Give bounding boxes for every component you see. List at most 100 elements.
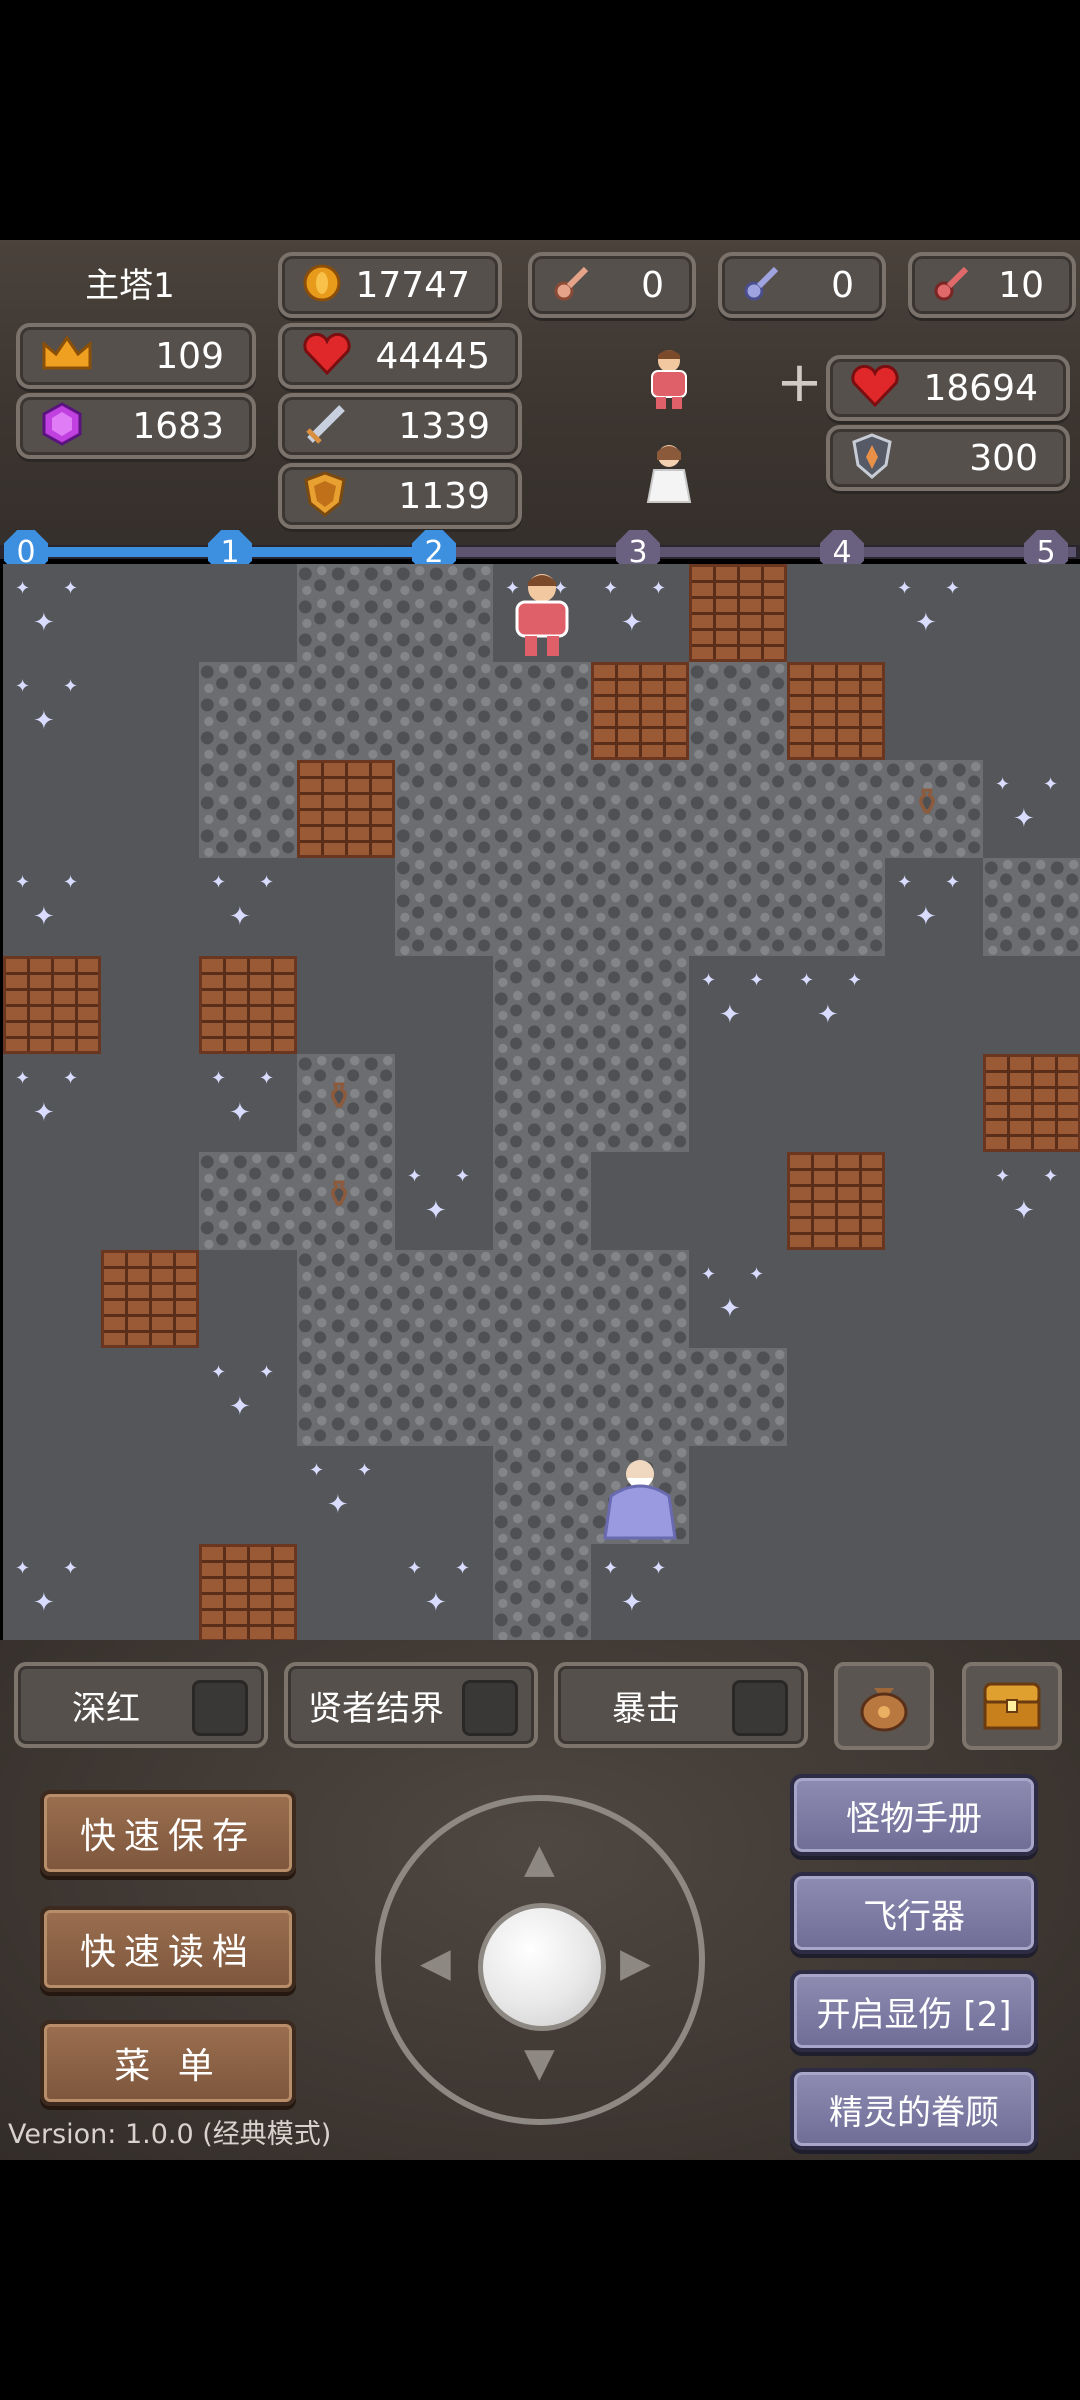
floor-tile (689, 1054, 787, 1152)
sage-npc-sprite[interactable] (591, 1446, 689, 1544)
stone-wall-tile (395, 760, 493, 858)
floor-tile: ✦✦✦ (3, 662, 101, 760)
fairy-blessing-button[interactable]: 精灵的眷顾 (790, 2068, 1038, 2150)
gem-stat: 1683 (16, 393, 256, 459)
floor-tile: ✦✦✦ (689, 1250, 787, 1348)
floor-name: 主塔1 (85, 266, 175, 306)
sparkle-icon: ✦ (357, 1460, 373, 1481)
sparkle-icon: ✦ (897, 578, 913, 599)
bonus-hp-value: 18694 (923, 367, 1038, 409)
floor-tile (689, 1544, 787, 1640)
brick-wall-tile (199, 956, 297, 1054)
hp-stat: 44445 (278, 323, 522, 389)
blue-key-icon (742, 263, 782, 307)
rubble-icon: ⚱ (323, 1074, 355, 1118)
stone-wall-tile (395, 1250, 493, 1348)
floor-tile (101, 1348, 199, 1446)
floor-tile: ✦✦✦ (3, 564, 101, 662)
stone-wall-tile (591, 1250, 689, 1348)
level-value: 109 (155, 335, 224, 377)
sparkle-icon: ✦ (1013, 1196, 1035, 1226)
heart-icon (302, 332, 352, 379)
floor-tile: ✦✦✦ (297, 1446, 395, 1544)
level-stat: 109 (16, 323, 256, 389)
toggle-label: 暴击 (612, 1688, 680, 1729)
brick-wall-tile (787, 662, 885, 760)
stone-wall-tile (493, 662, 591, 760)
sparkle-icon: ✦ (701, 970, 717, 991)
stone-wall-tile (689, 1348, 787, 1446)
floor-tile (3, 1152, 101, 1250)
yellow-key-count: 0 (641, 264, 664, 306)
stone-wall-tile (297, 564, 395, 662)
arrow-left-icon[interactable]: ◀ (420, 1940, 451, 1986)
floor-tile (689, 1446, 787, 1544)
floor-tile (983, 1544, 1080, 1640)
sparkle-icon: ✦ (327, 1490, 349, 1520)
bag-button[interactable] (834, 1662, 934, 1750)
brick-wall-tile (101, 1250, 199, 1348)
yellow-key-stat: 0 (528, 252, 696, 318)
monster-book-button[interactable]: 怪物手册 (790, 1774, 1038, 1856)
floor-tile (101, 760, 199, 858)
shield-icon (302, 471, 348, 521)
arrow-right-icon[interactable]: ▶ (620, 1940, 651, 1986)
toggle-checkbox[interactable] (192, 1680, 248, 1736)
chest-button[interactable] (962, 1662, 1062, 1750)
toggle-checkbox[interactable] (462, 1680, 518, 1736)
sparkle-icon: ✦ (63, 872, 79, 893)
sparkle-icon: ✦ (817, 1000, 839, 1030)
stone-wall-tile (297, 1348, 395, 1446)
sparkle-icon: ✦ (897, 872, 913, 893)
floor-tile (199, 564, 297, 662)
plus-sign: + (776, 350, 823, 415)
floor-progress-bar (0, 540, 1080, 564)
sparkle-icon: ✦ (33, 1098, 55, 1128)
stone-wall-tile (591, 760, 689, 858)
toggle-crimson[interactable]: 深红 (14, 1662, 268, 1748)
toggle-sage-barrier[interactable]: 贤者结界 (284, 1662, 538, 1748)
floor-tile (787, 1250, 885, 1348)
bonus-hp-stat: 18694 (826, 355, 1070, 421)
bonus-def-value: 300 (969, 437, 1038, 479)
yellow-key-icon (552, 263, 592, 307)
floor-tile (101, 1544, 199, 1640)
fly-button[interactable]: 飞行器 (790, 1872, 1038, 1954)
sparkle-icon: ✦ (915, 902, 937, 932)
show-damage-button[interactable]: 开启显伤 [2] (790, 1970, 1038, 2052)
stone-wall-tile (689, 662, 787, 760)
floor-tile: ✦✦✦ (395, 1544, 493, 1640)
stone-wall-tile (493, 1544, 591, 1640)
stone-wall-tile (787, 760, 885, 858)
toggle-checkbox[interactable] (732, 1680, 788, 1736)
version-label: Version: 1.0.0 (经典模式) (8, 2119, 332, 2150)
floor-tile (297, 858, 395, 956)
sparkle-icon: ✦ (651, 578, 667, 599)
sparkle-icon: ✦ (407, 1166, 423, 1187)
sparkle-icon: ✦ (651, 1558, 667, 1579)
floor-tile: ✦✦✦ (199, 858, 297, 956)
stone-wall-tile (199, 662, 297, 760)
joystick-knob[interactable] (478, 1903, 606, 2031)
floor-tile (885, 1446, 983, 1544)
quick-save-button[interactable]: 快速保存 (40, 1790, 296, 1876)
brick-wall-tile (983, 1054, 1080, 1152)
fairy-portrait (640, 440, 698, 506)
rubble-icon: ⚱ (323, 1172, 355, 1216)
floor-tile: ✦✦✦ (3, 1054, 101, 1152)
hero-sprite[interactable] (493, 564, 591, 662)
stone-wall-tile (395, 564, 493, 662)
sparkle-icon: ✦ (63, 1068, 79, 1089)
floor-tile (983, 662, 1080, 760)
game-map[interactable]: ✦✦✦✦✦✦✦✦✦✦✦✦✦✦✦⚱✦✦✦✦✦✦✦✦✦✦✦✦✦✦✦✦✦✦✦✦✦✦✦✦… (3, 564, 1080, 1640)
quick-load-button[interactable]: 快速读档 (40, 1906, 296, 1992)
stone-wall-tile (493, 1348, 591, 1446)
menu-button[interactable]: 菜 单 (40, 2020, 296, 2106)
sparkle-icon: ✦ (719, 1000, 741, 1030)
guard-shield-icon (850, 433, 894, 483)
toggle-critical[interactable]: 暴击 (554, 1662, 808, 1748)
floor-tile (297, 1544, 395, 1640)
arrow-down-icon[interactable]: ▼ (524, 2040, 555, 2086)
sparkle-icon: ✦ (995, 774, 1011, 795)
arrow-up-icon[interactable]: ▲ (524, 1836, 555, 1882)
